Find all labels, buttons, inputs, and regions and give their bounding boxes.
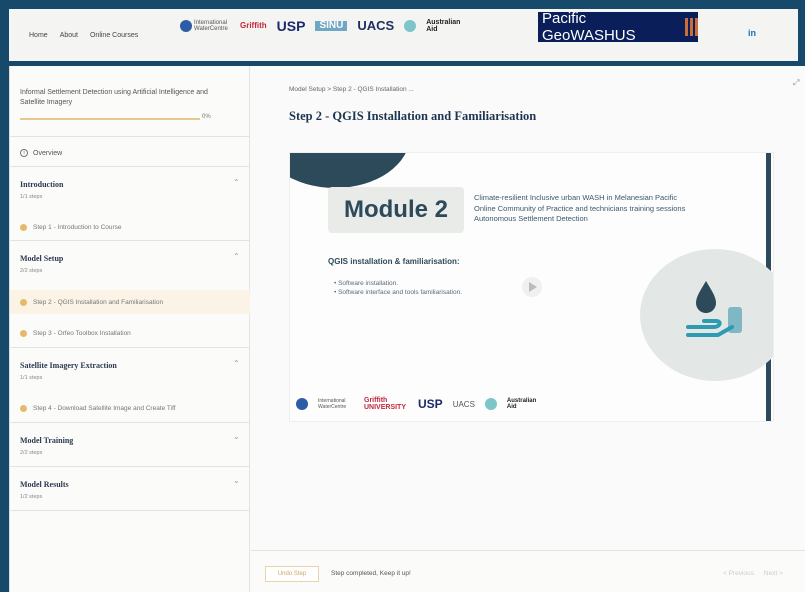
australian-aid-logo: Australian Aid <box>426 19 461 33</box>
section-title: Model Training <box>20 436 74 445</box>
completion-message: Step completed, Keep it up! <box>331 570 411 577</box>
divider <box>10 422 250 423</box>
course-progress-bar <box>20 118 200 120</box>
step-status-dot-icon <box>20 329 27 337</box>
nav-about-link[interactable]: About <box>60 32 78 39</box>
page-title: Step 2 - QGIS Installation and Familiari… <box>289 109 537 123</box>
overview-link[interactable]: i Overview <box>20 149 62 157</box>
subtitle-line: Autonomous Settlement Detection <box>474 214 588 223</box>
water-hand-icon <box>686 281 742 337</box>
divider <box>10 240 250 241</box>
chevron-up-icon[interactable]: ⌃ <box>233 359 240 368</box>
section-title: Introduction <box>20 180 64 189</box>
step-label: Step 3 - Orfeo Toolbox Installation <box>33 329 131 337</box>
chevron-down-icon[interactable]: ⌄ <box>233 432 240 441</box>
overview-label: Overview <box>33 149 63 157</box>
iwc-logo-text: International WaterCentre <box>194 20 228 32</box>
info-icon: i <box>20 149 28 157</box>
logo-text: USP <box>418 397 443 411</box>
chevron-up-icon[interactable]: ⌃ <box>233 252 240 261</box>
iwc-mark-icon <box>296 398 308 410</box>
logo-text: Australian Aid <box>506 398 537 410</box>
divider <box>10 347 250 348</box>
step-item[interactable]: Step 1 - Introduction to Course <box>10 215 250 239</box>
partner-logos: International WaterCentre Griffith USP S… <box>180 12 461 40</box>
nav-courses-link[interactable]: Online Courses <box>90 32 138 39</box>
iwc-mark-icon <box>180 20 192 32</box>
subtitle-line: Climate-resilient Inclusive urban WASH i… <box>474 193 678 202</box>
section-step-count: 2/2 steps <box>20 268 43 274</box>
griffith-logo: Griffith <box>240 21 267 30</box>
course-title: Informal Settlement Detection using Arti… <box>20 89 208 106</box>
video-bullet: • Software installation. <box>334 280 399 287</box>
video-heading: QGIS installation & familiarisation: <box>328 257 460 266</box>
sinu-logo: SINU <box>315 21 348 31</box>
usp-logo: USP <box>276 18 306 34</box>
subtitle-line: Online Community of Practice and technic… <box>474 203 686 213</box>
nav-home-link[interactable]: Home <box>29 32 48 39</box>
section-title: Model Results <box>20 480 69 489</box>
brand-bars-icon <box>685 18 698 36</box>
linkedin-icon[interactable]: in <box>748 28 756 38</box>
step-label: Step 4 - Download Satellite Image and Cr… <box>33 404 176 412</box>
video-partner-logos: International WaterCentre Griffith UNIVE… <box>296 397 537 411</box>
logo-text: UACS <box>452 399 475 409</box>
next-button[interactable]: Next > <box>764 570 783 577</box>
section-step-count: 1/2 steps <box>20 494 43 500</box>
breadcrumb[interactable]: Model Setup > Step 2 - QGIS Installation… <box>289 86 414 93</box>
section-title: Model Setup <box>20 254 64 263</box>
previous-button[interactable]: < Previous <box>723 570 754 577</box>
play-icon[interactable] <box>522 277 542 297</box>
iwc-logo: International WaterCentre <box>180 20 230 32</box>
step-item[interactable]: Step 3 - Orfeo Toolbox Installation <box>10 321 250 345</box>
divider <box>10 166 250 167</box>
step-label: Step 1 - Introduction to Course <box>33 223 122 231</box>
nav-links: Home About Online Courses <box>29 32 138 39</box>
divider <box>10 466 250 467</box>
water-logo <box>404 20 417 32</box>
uacs-logo: UACS <box>357 18 395 33</box>
course-frame: Informal Settlement Detection using Arti… <box>9 66 805 592</box>
section-step-count: 1/1 steps <box>20 194 43 200</box>
undo-step-button[interactable]: Undo Step <box>265 566 319 582</box>
chevron-down-icon[interactable]: ⌄ <box>233 476 240 485</box>
section-step-count: 2/2 steps <box>20 450 43 456</box>
section-step-count: 1/1 steps <box>20 375 43 381</box>
section-title: Satellite Imagery Extraction <box>20 361 117 370</box>
module-label: Module 2 <box>328 187 464 233</box>
step-label: Step 2 - QGIS Installation and Familiari… <box>33 298 164 306</box>
divider <box>10 510 250 511</box>
step-item[interactable]: Step 4 - Download Satellite Image and Cr… <box>10 396 250 420</box>
pacific-geowashus-brand: Pacific GeoWASHUS <box>538 10 698 44</box>
expand-icon[interactable]: ⤢ <box>793 78 799 88</box>
brand-text: Pacific GeoWASHUS <box>542 10 636 44</box>
decorative-blob <box>290 153 410 188</box>
video-subtitle: Climate-resilient Inclusive urban WASH i… <box>474 193 764 225</box>
step-status-dot-icon <box>20 223 27 231</box>
step-footer: Undo Step Step completed, Keep it up! < … <box>251 550 805 592</box>
divider <box>10 136 250 137</box>
video-bullet: • Software interface and tools familiari… <box>334 289 463 296</box>
logo-text: Griffith UNIVERSITY <box>364 397 407 411</box>
step-status-dot-icon <box>20 298 27 306</box>
course-sidebar: Informal Settlement Detection using Arti… <box>10 66 250 592</box>
chevron-up-icon[interactable]: ⌃ <box>233 178 240 187</box>
water-mark-icon <box>404 20 417 32</box>
step-item-active[interactable]: Step 2 - QGIS Installation and Familiari… <box>10 290 250 314</box>
logo-text: International WaterCentre <box>318 398 347 410</box>
step-status-dot-icon <box>20 404 27 412</box>
course-progress-percent: 0% <box>202 114 211 120</box>
step-navigation: < Previous Next > <box>723 570 783 577</box>
video-player[interactable]: Module 2 Climate-resilient Inclusive urb… <box>289 152 774 422</box>
water-mark-icon <box>484 398 497 410</box>
